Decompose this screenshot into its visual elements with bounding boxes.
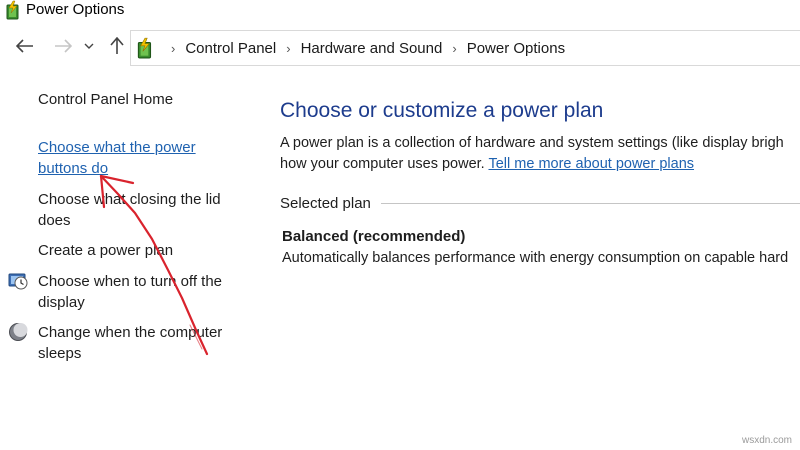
navigation-bar: › Control Panel › Hardware and Sound › P… (0, 27, 800, 67)
sidebar-item-label: sleeps (38, 345, 82, 362)
sidebar-item-label: buttons do (38, 160, 109, 177)
sidebar-item-label: display (38, 294, 85, 311)
section-label: Selected plan (280, 194, 371, 212)
learn-more-link[interactable]: Tell me more about power plans (488, 156, 694, 172)
watermark: wsxdn.com (741, 435, 792, 446)
window-title: Power Options (26, 1, 125, 18)
description-line: how your computer uses power. (280, 156, 489, 172)
sidebar-item-label: Change when the computer (38, 324, 223, 341)
selected-plan-section: Selected plan (280, 193, 800, 213)
description-line: A power plan is a collection of hardware… (280, 135, 784, 151)
title-bar: Power Options (0, 0, 800, 22)
address-bar[interactable]: › Control Panel › Hardware and Sound › P… (130, 30, 800, 66)
control-panel-home-link[interactable]: Control Panel Home (38, 91, 173, 108)
sidebar-item-power-buttons[interactable]: Choose what the power buttons do (38, 137, 238, 179)
sidebar-item-label: does (38, 212, 71, 229)
up-arrow-icon[interactable] (106, 35, 128, 57)
sidebar-item-turn-off-display[interactable]: Choose when to turn off the display (38, 271, 238, 313)
sidebar: Control Panel Home Choose what the power… (0, 80, 250, 450)
power-options-icon (137, 37, 152, 59)
breadcrumb-separator: › (452, 40, 457, 56)
sidebar-item-computer-sleeps[interactable]: Change when the computer sleeps (38, 322, 238, 364)
breadcrumb-separator: › (171, 40, 176, 56)
breadcrumb-control-panel[interactable]: Control Panel (185, 40, 276, 57)
plan-description: Automatically balances performance with … (282, 250, 789, 266)
divider (380, 202, 800, 204)
power-options-icon (6, 0, 19, 20)
power-options-window: Power Options › Control Panel › Hardware… (0, 0, 800, 450)
sleep-moon-icon (9, 323, 28, 341)
sidebar-item-label: Choose when to turn off the (38, 273, 223, 290)
breadcrumb: › Control Panel › Hardware and Sound › P… (161, 31, 565, 65)
sidebar-item-closing-lid[interactable]: Choose what closing the lid does (38, 189, 238, 231)
sidebar-item-label: Choose what the power (38, 139, 196, 156)
plan-name[interactable]: Balanced (recommended) (282, 228, 465, 245)
display-clock-icon (8, 273, 28, 290)
main-content: Choose or customize a power plan A power… (250, 80, 800, 450)
page-description: A power plan is a collection of hardware… (280, 133, 800, 175)
chevron-down-icon[interactable] (81, 35, 97, 57)
breadcrumb-hardware-and-sound[interactable]: Hardware and Sound (301, 40, 443, 57)
back-arrow-icon[interactable] (14, 35, 36, 57)
page-title: Choose or customize a power plan (280, 99, 604, 122)
breadcrumb-power-options[interactable]: Power Options (467, 40, 565, 57)
sidebar-item-label: Create a power plan (38, 242, 174, 259)
forward-arrow-icon[interactable] (52, 35, 74, 57)
breadcrumb-separator: › (286, 40, 291, 56)
sidebar-item-label: Choose what closing the lid (38, 191, 221, 208)
sidebar-item-create-plan[interactable]: Create a power plan (38, 240, 238, 261)
